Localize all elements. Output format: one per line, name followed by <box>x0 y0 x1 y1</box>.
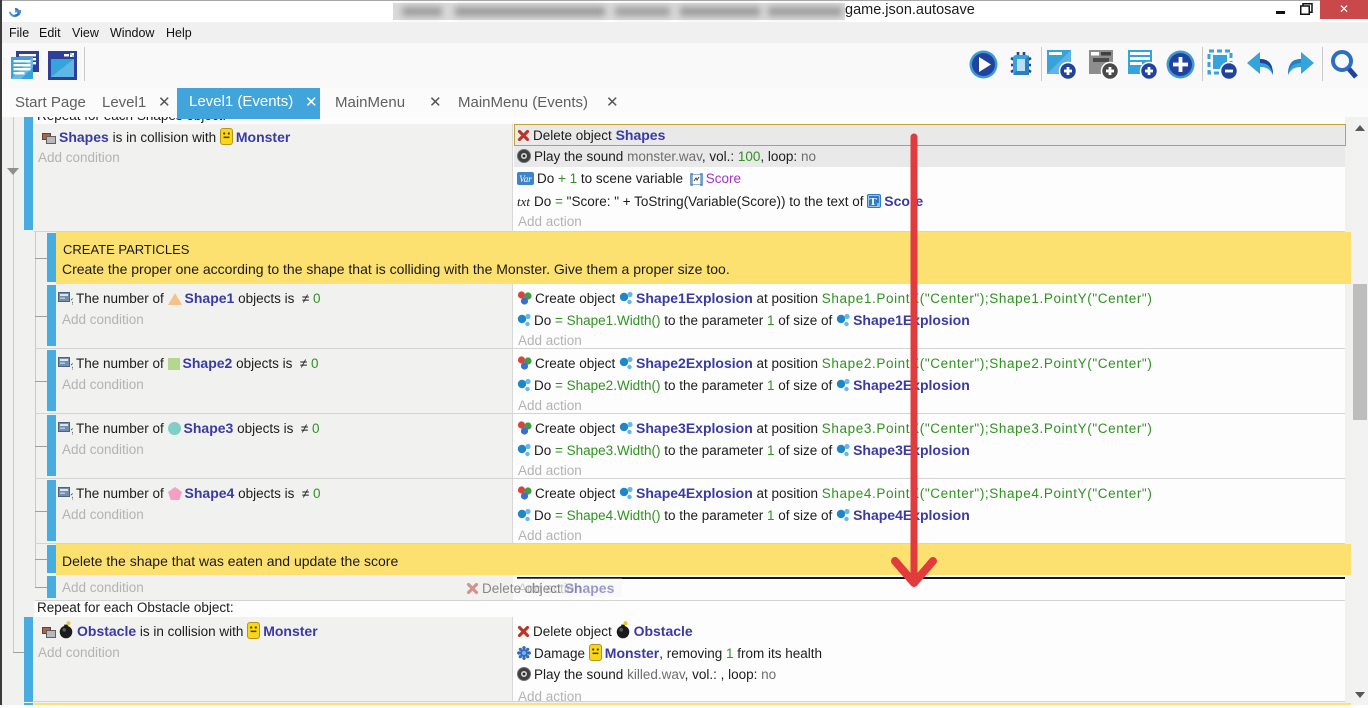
svg-text:?: ? <box>71 298 74 306</box>
svg-text:Var: Var <box>519 174 532 184</box>
svg-text:?: ? <box>71 363 74 371</box>
svg-text:?: ? <box>71 493 74 501</box>
svg-text:?: ? <box>71 428 74 436</box>
